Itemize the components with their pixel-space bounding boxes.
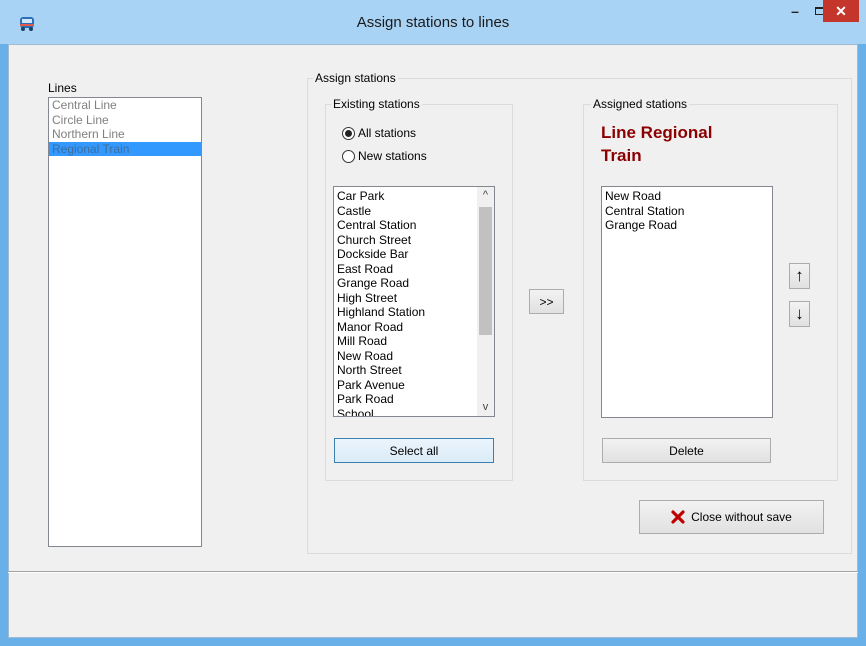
assigned-items: New Road Central Station Grange Road (602, 187, 772, 233)
minimize-button[interactable]: – (782, 0, 808, 22)
existing-items: Car Park Castle Central Station Church Stre… (334, 187, 494, 417)
move-down-button[interactable]: ↓ (789, 301, 810, 327)
scroll-down-arrow[interactable]: v (477, 399, 494, 416)
select-all-button[interactable]: Select all (334, 438, 494, 463)
list-item[interactable]: Church Street (334, 233, 494, 248)
list-item[interactable]: Mill Road (334, 334, 494, 349)
scroll-thumb[interactable] (479, 207, 492, 335)
list-item[interactable]: Circle Line (49, 113, 201, 128)
close-button[interactable]: ✕ (823, 0, 859, 22)
close-without-save-button[interactable]: Close without save (639, 500, 824, 534)
list-item[interactable]: Dockside Bar (334, 247, 494, 262)
existing-stations-title: Existing stations (331, 97, 422, 111)
list-item[interactable]: Central Station (334, 218, 494, 233)
assigned-stations-title: Assigned stations (591, 97, 690, 111)
list-item[interactable]: Northern Line (49, 127, 201, 142)
assigned-stations-list[interactable]: New Road Central Station Grange Road (601, 186, 773, 418)
list-item-selected[interactable]: Regional Train (49, 141, 201, 156)
delete-button[interactable]: Delete (602, 438, 771, 463)
client-area: Lines Central Line Circle Line Northern … (8, 44, 858, 638)
lines-list[interactable]: Central Line Circle Line Northern Line R… (48, 97, 202, 547)
list-item[interactable]: New Road (602, 189, 772, 204)
title-bar[interactable]: Assign stations to lines – ✕ (0, 0, 866, 44)
radio-circle (342, 126, 355, 140)
list-item[interactable]: Grange Road (334, 276, 494, 291)
list-item[interactable]: Grange Road (602, 218, 772, 233)
assign-transfer-button[interactable]: >> (529, 289, 564, 314)
scroll-up-arrow[interactable]: ^ (477, 187, 494, 204)
app-window: Assign stations to lines – ✕ Lines Centr… (0, 0, 866, 646)
radio-all-label: All stations (358, 126, 417, 140)
x-mark-icon (671, 510, 685, 524)
list-item[interactable]: High Street (334, 291, 494, 306)
move-up-button[interactable]: ↑ (789, 263, 810, 289)
list-item[interactable]: North Street (334, 363, 494, 378)
bottom-separator (8, 571, 858, 573)
radio-dot (345, 129, 352, 137)
list-item[interactable]: Manor Road (334, 320, 494, 335)
list-item[interactable]: Car Park (334, 189, 494, 204)
list-item[interactable]: East Road (334, 262, 494, 277)
list-item[interactable]: Central Line (49, 98, 201, 113)
list-item[interactable]: Highland Station (334, 305, 494, 320)
list-item[interactable]: New Road (334, 349, 494, 364)
list-item[interactable]: Park Road (334, 392, 494, 407)
close-without-save-label: Close without save (691, 510, 792, 524)
assign-stations-title: Assign stations (313, 71, 398, 85)
radio-all-stations[interactable]: All stations (342, 125, 416, 141)
list-item[interactable]: Park Avenue (334, 378, 494, 393)
list-item[interactable]: Castle (334, 204, 494, 219)
radio-circle (342, 149, 355, 163)
radio-new-stations[interactable]: New stations (342, 148, 427, 164)
lines-label: Lines (48, 81, 77, 95)
existing-scrollbar[interactable]: ^ v (477, 187, 494, 416)
list-item[interactable]: School (334, 407, 494, 417)
window-title: Assign stations to lines (356, 14, 510, 31)
radio-new-label: New stations (358, 149, 427, 163)
existing-stations-list[interactable]: Car Park Castle Central Station Church Stre… (333, 186, 495, 417)
selected-line-title: Line Regional Train (601, 123, 713, 165)
list-item[interactable]: Central Station (602, 204, 772, 219)
